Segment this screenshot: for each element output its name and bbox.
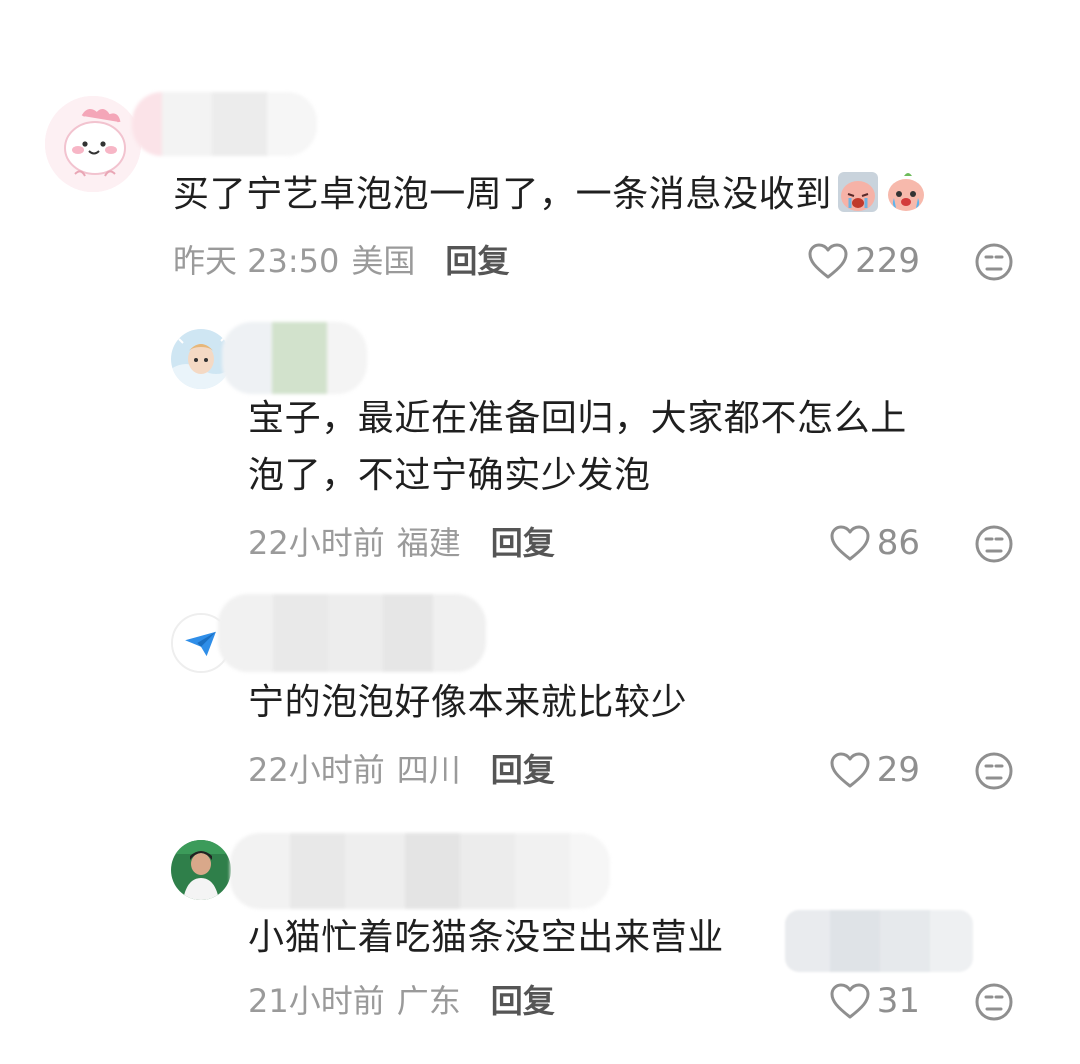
dislike-button[interactable] <box>974 982 1014 1022</box>
comment-text: 买了宁艺卓泡泡一周了，一条消息没收到 <box>173 166 928 223</box>
comment-time: 昨天 23:50 <box>173 242 340 280</box>
comment-text-content: 小猫忙着吃猫条没空出来营业 <box>248 917 724 958</box>
comment-time: 22小时前 <box>248 751 385 789</box>
comment-text-content: 买了宁艺卓泡泡一周了，一条消息没收到 <box>173 174 832 215</box>
username-blurred[interactable] <box>230 833 610 909</box>
like-button[interactable]: 229 <box>807 239 920 283</box>
comment-text-content: 宁的泡泡好像本来就比较少 <box>248 682 688 723</box>
avatar[interactable] <box>171 840 231 900</box>
teary-peach-emoji-icon <box>884 170 928 214</box>
comment-text: 宝子，最近在准备回归，大家都不怎么上 泡了，不过宁确实少发泡 <box>248 390 907 504</box>
comment-region: 四川 <box>396 751 461 789</box>
heart-icon <box>830 983 870 1019</box>
comment-text-blurred <box>785 910 973 972</box>
comment-meta: 22小时前 福建 回复 <box>248 521 555 565</box>
comment-meta: 21小时前 广东 回复 <box>248 979 555 1023</box>
like-count: 229 <box>855 241 920 281</box>
like-count: 31 <box>876 981 920 1021</box>
dislike-button[interactable] <box>974 524 1014 564</box>
username-blurred[interactable] <box>218 594 486 672</box>
comment-meta: 昨天 23:50 美国 回复 <box>173 239 509 283</box>
reply-button[interactable]: 回复 <box>491 982 555 1020</box>
like-button[interactable]: 29 <box>829 748 920 792</box>
photo-avatar-icon <box>171 840 231 900</box>
unhappy-face-icon <box>975 243 1013 281</box>
comment-meta: 22小时前 四川 回复 <box>248 748 555 792</box>
comment-text-line-1: 宝子，最近在准备回归，大家都不怎么上 <box>248 398 907 439</box>
like-count: 86 <box>876 523 920 563</box>
heart-icon <box>830 525 870 561</box>
comment-region: 广东 <box>396 982 461 1020</box>
comment-text: 小猫忙着吃猫条没空出来营业 <box>248 909 724 966</box>
like-count: 29 <box>876 750 920 790</box>
reply-button[interactable]: 回复 <box>491 524 555 562</box>
comment-region: 福建 <box>396 524 461 562</box>
comment-time: 22小时前 <box>248 524 385 562</box>
like-button[interactable]: 86 <box>829 521 920 565</box>
heart-icon <box>830 752 870 788</box>
username-blurred[interactable] <box>132 92 317 156</box>
reply-button[interactable]: 回复 <box>445 242 509 280</box>
avatar[interactable] <box>45 96 141 192</box>
unhappy-face-icon <box>975 983 1013 1021</box>
crying-peach-emoji-icon <box>836 170 880 214</box>
like-button[interactable]: 31 <box>829 979 920 1023</box>
username-blurred[interactable] <box>222 322 367 394</box>
comment-text-line-2: 泡了，不过宁确实少发泡 <box>248 455 651 496</box>
pink-dino-avatar-icon <box>45 96 141 192</box>
unhappy-face-icon <box>975 525 1013 563</box>
heart-icon <box>808 243 848 279</box>
dislike-button[interactable] <box>974 242 1014 282</box>
dislike-button[interactable] <box>974 751 1014 791</box>
comment-text: 宁的泡泡好像本来就比较少 <box>248 674 687 731</box>
unhappy-face-icon <box>975 752 1013 790</box>
comment-time: 21小时前 <box>248 982 385 1020</box>
comment-region: 美国 <box>351 242 416 280</box>
reply-button[interactable]: 回复 <box>491 751 555 789</box>
